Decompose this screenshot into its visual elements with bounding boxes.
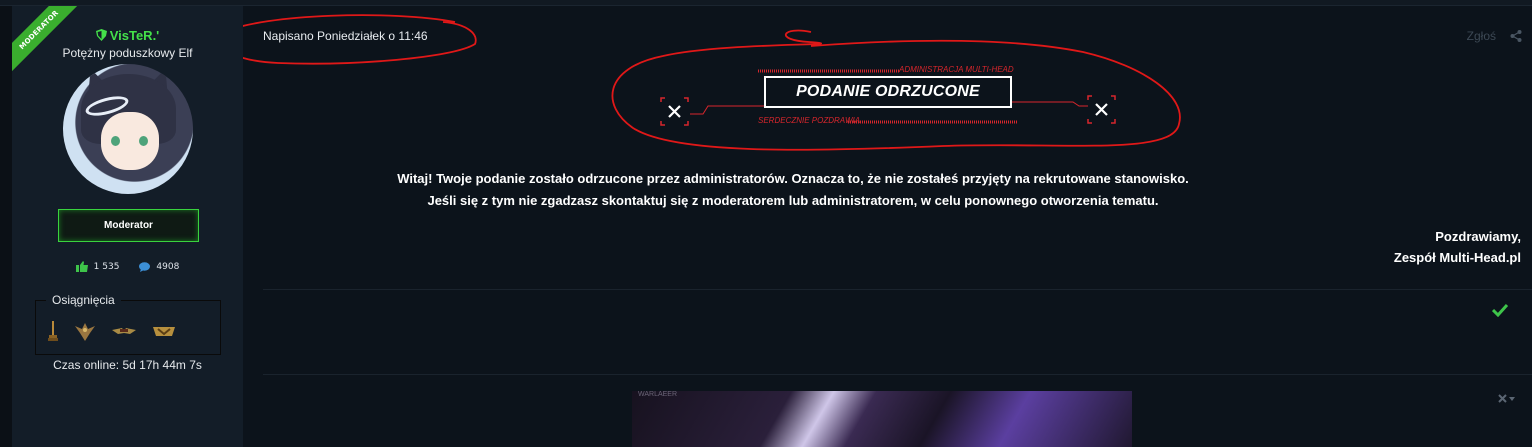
username[interactable]: VisTeR.' — [12, 28, 243, 43]
check-icon[interactable] — [1492, 303, 1508, 317]
signature-image-label: WARLAEER — [638, 391, 678, 398]
divider — [263, 289, 1532, 290]
online-time: Czas online: 5d 17h 44m 7s — [53, 358, 202, 372]
post-content: Napisano Poniedziałek o 11:46 Zgłoś ADMI… — [243, 6, 1532, 447]
wings-badge-icon[interactable] — [112, 326, 136, 336]
trophy-icon[interactable] — [48, 321, 58, 341]
message-line-2: Jeśli się z tym nie zgadzasz skontaktuj … — [427, 193, 1159, 208]
banner-title: PODANIE ODRZUCONE — [764, 76, 1012, 108]
signature-image: WARLAEER — [632, 391, 1132, 447]
rank-badge-icon[interactable] — [153, 325, 175, 337]
signature: Pozdrawiamy, Zespół Multi-Head.pl — [1394, 226, 1521, 268]
user-stats: 1 535 4908 — [12, 261, 243, 272]
achievements-label: Osiągnięcia — [46, 293, 121, 307]
message-line-1: Witaj! Twoje podanie zostało odrzucone p… — [397, 171, 1189, 186]
likes-count: 1 535 — [93, 261, 120, 272]
eagle-icon[interactable] — [75, 321, 95, 341]
achievements-box: Osiągnięcia — [35, 293, 221, 355]
banner-bottom-text: SERDECZNIE POZDRAWIA — [758, 116, 861, 125]
comment-icon — [139, 261, 151, 272]
shield-icon — [95, 29, 107, 41]
banner-lines — [660, 69, 1116, 126]
post-message: Witaj! Twoje podanie zostało odrzucone p… — [243, 168, 1343, 212]
thumbs-up-icon — [75, 261, 88, 272]
author-sidebar: MODERATOR VisTeR.' Potężny poduszkowy El… — [12, 6, 243, 447]
user-title: Potężny poduszkowy Elf — [62, 46, 193, 60]
username-text: VisTeR.' — [109, 28, 160, 43]
role-badge: Moderator — [58, 209, 199, 242]
signature-line-2: Zespół Multi-Head.pl — [1393, 250, 1521, 265]
divider — [263, 374, 1532, 375]
close-icon[interactable] — [1498, 394, 1516, 404]
posts-count: 4908 — [156, 261, 180, 272]
image-tools[interactable] — [1498, 394, 1516, 407]
signature-line-1: Pozdrawiamy, — [1435, 229, 1521, 244]
avatar[interactable] — [63, 64, 193, 194]
